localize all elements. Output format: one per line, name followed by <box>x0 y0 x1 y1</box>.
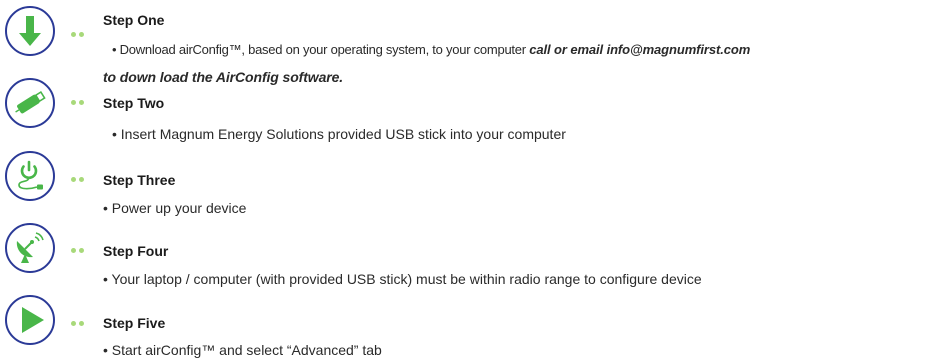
step-four-text: • Your laptop / computer (with provided … <box>103 271 702 287</box>
power-plug-icon <box>18 160 43 190</box>
step-two-title: Step Two <box>103 95 165 111</box>
step-one-title: Step One <box>103 12 165 28</box>
step-three-icon-circle <box>5 151 55 201</box>
step-four-icon-circle <box>5 223 55 273</box>
step-five-title: Step Five <box>103 315 166 331</box>
step-one-text: • Download airConfig™, based on your ope… <box>112 42 530 57</box>
step-two-icon-circle <box>5 78 55 128</box>
step-five-icon-circle <box>5 295 55 345</box>
step-one-contact-text: call or email info@magnumfirst.com <box>529 42 751 57</box>
step-three-text: • Power up your device <box>103 200 247 216</box>
play-icon <box>22 307 44 333</box>
step-one-icon-circle <box>5 6 55 56</box>
satellite-dish-icon <box>16 232 44 263</box>
step-one-connector-dots <box>71 32 85 37</box>
download-arrow-icon <box>19 16 41 46</box>
step-four-connector-dots <box>71 248 85 253</box>
step-one-text-line-1: • Download airConfig™, based on your ope… <box>112 42 750 57</box>
step-three-connector-dots <box>71 177 85 182</box>
step-two-connector-dots <box>71 100 85 105</box>
step-one-contact-text-cont: to down load the AirConfig software. <box>103 69 344 85</box>
step-five-text: • Start airConfig™ and select “Advanced”… <box>103 342 382 358</box>
usb-stick-icon <box>15 90 46 114</box>
step-five-connector-dots <box>71 321 85 326</box>
step-two-text: • Insert Magnum Energy Solutions provide… <box>112 126 566 142</box>
step-four-title: Step Four <box>103 243 169 259</box>
step-three-title: Step Three <box>103 172 176 188</box>
step-one-text-line-2: to down load the AirConfig software. <box>103 69 343 85</box>
